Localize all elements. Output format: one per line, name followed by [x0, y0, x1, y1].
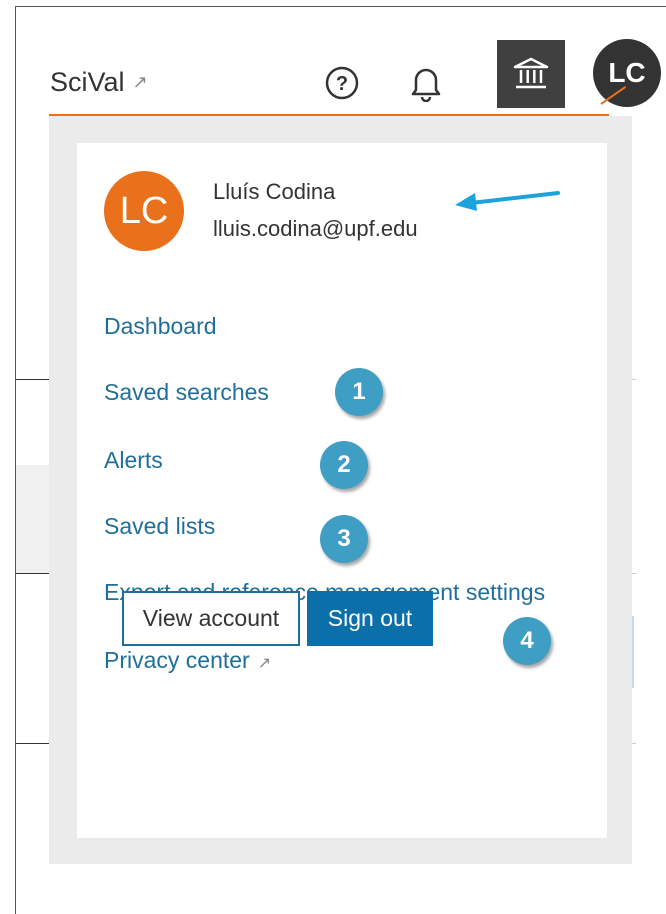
menu-item-privacy-center[interactable]: Privacy center ↗ [104, 647, 271, 674]
annotation-badge: 3 [320, 515, 368, 563]
menu-item-dashboard[interactable]: Dashboard [104, 313, 217, 340]
view-account-button[interactable]: View account [122, 591, 300, 646]
bell-icon[interactable] [406, 63, 446, 103]
annotation-badge: 1 [335, 368, 383, 416]
profile-email: lluis.codina@upf.edu [213, 216, 418, 241]
menu-item-saved-lists[interactable]: Saved lists [104, 513, 215, 540]
profile-name: Lluís Codina [213, 179, 336, 204]
annotation-arrow-icon [455, 191, 560, 211]
external-link-icon: ↗ [132, 72, 148, 92]
top-header: SciVal ↗ ? LC [16, 7, 666, 117]
institution-button[interactable] [497, 40, 565, 108]
help-circle-icon[interactable]: ? [322, 63, 362, 103]
institution-icon [513, 57, 549, 89]
account-dropdown: LC Lluís Codina lluis.codina@upf.edu Das… [77, 143, 607, 838]
menu-item-alerts[interactable]: Alerts [104, 447, 163, 474]
frame-border-left [15, 6, 16, 914]
profile-avatar: LC [104, 171, 184, 251]
external-link-icon: ↗ [257, 655, 272, 672]
privacy-center-label: Privacy center [104, 647, 250, 673]
annotation-badge: 2 [320, 441, 368, 489]
svg-text:?: ? [336, 73, 348, 95]
scival-label: SciVal [50, 67, 125, 97]
sign-out-button[interactable]: Sign out [307, 591, 433, 646]
user-avatar-button[interactable]: LC [593, 39, 661, 107]
menu-item-saved-searches[interactable]: Saved searches [104, 379, 269, 406]
annotation-badge: 4 [503, 617, 551, 665]
scival-link[interactable]: SciVal ↗ [50, 67, 148, 98]
